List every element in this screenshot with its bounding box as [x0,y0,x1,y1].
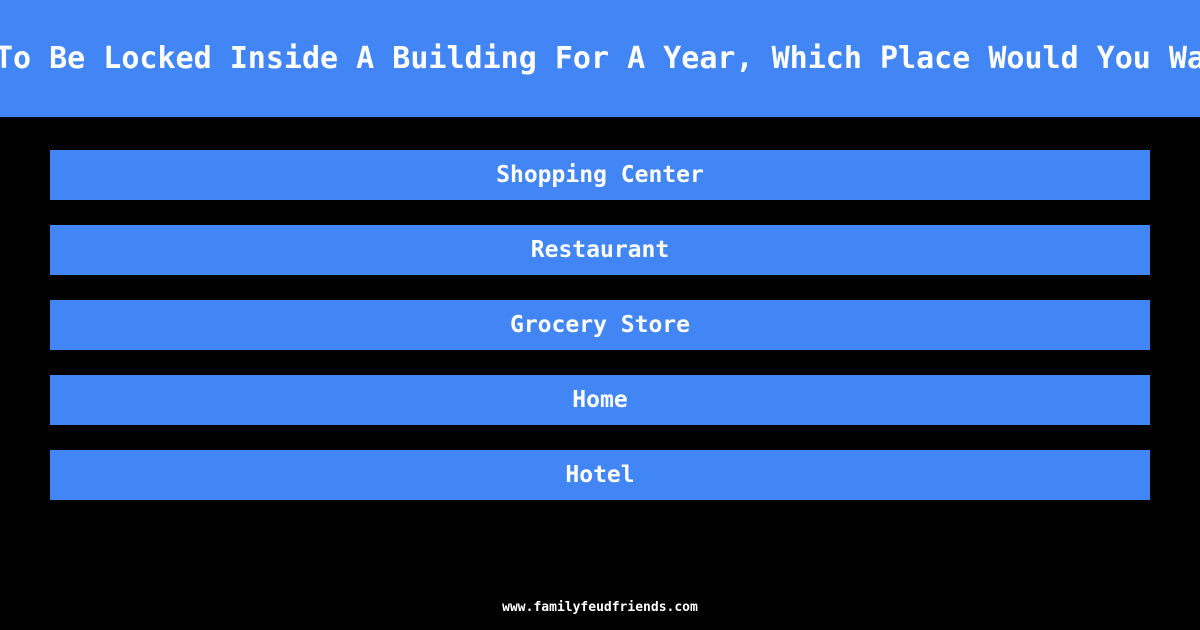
answer-label: Restaurant [530,237,670,263]
answer-label: Home [572,387,628,413]
answer-row-5[interactable]: Hotel [50,450,1150,500]
answer-row-1[interactable]: Shopping Center [50,150,1150,200]
footer: www.familyfeudfriends.com [0,596,1200,615]
question-band: Had To Be Locked Inside A Building For A… [0,0,1200,117]
answer-row-3[interactable]: Grocery Store [50,300,1150,350]
answer-label: Hotel [565,462,635,488]
page-title: Had To Be Locked Inside A Building For A… [0,41,1200,76]
answer-row-2[interactable]: Restaurant [50,225,1150,275]
answer-label: Shopping Center [496,162,704,188]
answer-list: Shopping Center Restaurant Grocery Store… [50,150,1150,500]
answer-row-4[interactable]: Home [50,375,1150,425]
site-url: www.familyfeudfriends.com [502,600,698,615]
answer-label: Grocery Store [509,312,690,338]
